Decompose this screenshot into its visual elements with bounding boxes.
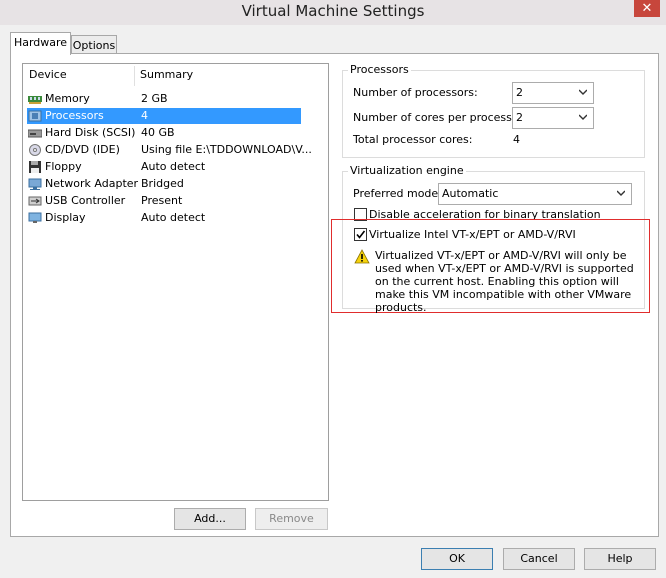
device-row-cd-dvd[interactable]: CD/DVD (IDE) Using file E:\TDDOWNLOAD\V.…	[27, 142, 312, 158]
device-summary: Using file E:\TDDOWNLOAD\V...	[141, 143, 312, 156]
device-row-usb-controller[interactable]: USB Controller Present	[27, 193, 301, 209]
ok-button[interactable]: OK	[421, 548, 493, 570]
display-icon	[28, 212, 42, 224]
cores-per-processor-select[interactable]: 2	[512, 107, 594, 129]
processors-group-label: Processors	[348, 63, 411, 76]
vtx-warning-text: Virtualized VT-x/EPT or AMD-V/RVI will o…	[375, 249, 634, 314]
device-summary: 4	[141, 109, 148, 122]
virtualization-group-label: Virtualization engine	[348, 164, 466, 177]
device-name: Floppy	[45, 160, 82, 173]
chevron-down-icon	[579, 89, 587, 95]
help-button[interactable]: Help	[584, 548, 656, 570]
device-column-header[interactable]: Device	[29, 64, 67, 86]
cores-per-processor-value: 2	[516, 111, 523, 124]
preferred-mode-label: Preferred mode:	[353, 187, 442, 200]
virtualize-vtx-checkbox[interactable]	[354, 228, 367, 241]
chevron-down-icon	[579, 114, 587, 120]
device-summary: Auto detect	[141, 160, 206, 173]
window-title: Virtual Machine Settings	[241, 2, 425, 20]
cd-dvd-icon	[28, 144, 42, 156]
summary-column-header[interactable]: Summary	[140, 64, 193, 86]
device-summary: Present	[141, 194, 183, 207]
device-list[interactable]: Device Summary Memory 2 GB Processors 4 …	[22, 63, 329, 501]
device-row-floppy[interactable]: Floppy Auto detect	[27, 159, 301, 175]
chevron-down-icon	[617, 190, 625, 196]
total-cores-label: Total processor cores:	[353, 133, 473, 146]
num-processors-label: Number of processors:	[353, 86, 478, 99]
device-name: Hard Disk (SCSI)	[45, 126, 136, 139]
close-button[interactable]: ✕	[634, 0, 660, 17]
processor-icon	[28, 110, 42, 122]
virtualize-vtx-label[interactable]: Virtualize Intel VT-x/EPT or AMD-V/RVI	[369, 228, 576, 241]
device-row-network-adapter[interactable]: Network Adapter Bridged	[27, 176, 301, 192]
num-processors-select[interactable]: 2	[512, 82, 594, 104]
device-name: Memory	[45, 92, 90, 105]
device-row-hard-disk[interactable]: Hard Disk (SCSI) 40 GB	[27, 125, 301, 141]
preferred-mode-value: Automatic	[442, 187, 499, 200]
preferred-mode-select[interactable]: Automatic	[438, 183, 632, 205]
device-summary: Auto detect	[141, 211, 206, 224]
network-adapter-icon	[28, 178, 42, 190]
cancel-button[interactable]: Cancel	[503, 548, 575, 570]
device-name: Display	[45, 211, 86, 224]
add-button[interactable]: Add...	[174, 508, 246, 530]
device-row-memory[interactable]: Memory 2 GB	[27, 91, 301, 107]
floppy-icon	[28, 161, 42, 173]
tab-hardware[interactable]: Hardware	[10, 32, 71, 55]
device-name: USB Controller	[45, 194, 126, 207]
usb-icon	[28, 195, 42, 207]
device-summary: 2 GB	[141, 92, 168, 105]
hard-disk-icon	[27, 127, 43, 139]
checkmark-icon	[356, 230, 366, 239]
warning-icon	[354, 249, 370, 264]
device-row-processors[interactable]: Processors 4	[27, 108, 301, 124]
device-name: CD/DVD (IDE)	[45, 143, 120, 156]
remove-button[interactable]: Remove	[255, 508, 328, 530]
memory-icon	[28, 93, 42, 105]
num-processors-value: 2	[516, 86, 523, 99]
device-row-display[interactable]: Display Auto detect	[27, 210, 301, 226]
title-bar: Virtual Machine Settings ✕	[0, 0, 666, 25]
cores-per-processor-label: Number of cores per processor:	[353, 111, 527, 124]
tab-options[interactable]: Options	[71, 35, 117, 55]
column-divider	[134, 66, 135, 86]
device-summary: Bridged	[141, 177, 184, 190]
total-cores-value: 4	[513, 133, 520, 146]
device-name: Processors	[45, 109, 104, 122]
device-summary: 40 GB	[141, 126, 175, 139]
device-name: Network Adapter	[45, 177, 139, 190]
